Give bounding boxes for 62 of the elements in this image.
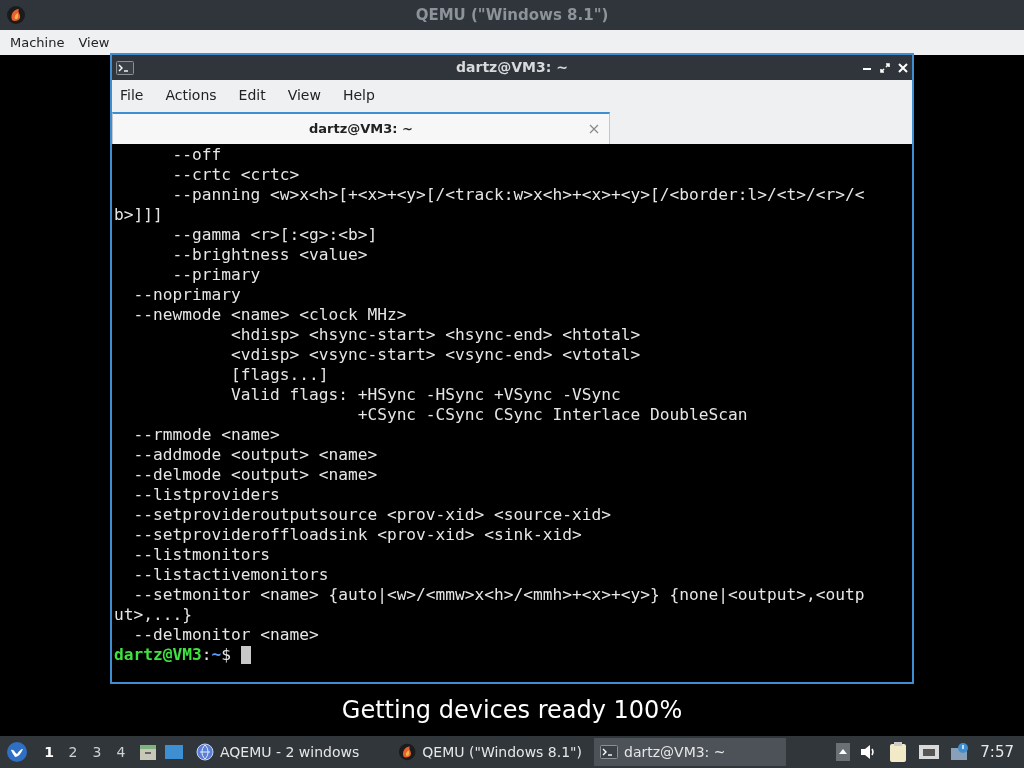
arrow-up-icon[interactable] <box>836 743 851 761</box>
text-cursor <box>240 646 251 664</box>
workspace-button[interactable]: 1 <box>38 741 60 763</box>
file-cabinet-icon[interactable] <box>138 742 158 762</box>
terminal-line: --panning <w>x<h>[+<x>+<y>[/<track:w>x<h>+<x>+<y>[/<border:l>/<t>/<r>/< <box>171 185 865 205</box>
restore-icon[interactable] <box>880 62 890 73</box>
clipboard-icon[interactable] <box>888 741 909 763</box>
terminal-line: --setprovideroffloadsink <prov-xid> <sink-xid> <box>132 525 582 545</box>
terminal-line: --newmode <name> <clock MHz> <box>132 305 407 325</box>
terminal-icon <box>600 745 618 759</box>
terminal-line: --brightness <value> <box>171 245 368 265</box>
terminal-line: --delmonitor <name> <box>132 625 319 645</box>
terminal-line: +CSync -CSync CSync Interlace DoubleScan <box>356 405 748 425</box>
menu-item[interactable]: Actions <box>165 84 217 106</box>
terminal-line: <hdisp> <hsync-start> <hsync-end> <htotal> <box>229 325 641 345</box>
terminal-line: --primary <box>171 265 261 285</box>
task-button[interactable]: QEMU ("Windows 8.1") <box>392 738 588 766</box>
tab[interactable]: dartz@VM3: ~ <box>112 112 610 144</box>
tab-label: dartz@VM3: ~ <box>309 120 413 139</box>
task-button[interactable]: AQEMU - 2 windows <box>190 738 386 766</box>
terminal-line: --noprimary <box>132 285 241 305</box>
prompt-symbol: $ <box>221 645 231 665</box>
terminal-line: --setmonitor <name> {auto|<w>/<mmw>x<h>/<mmh>+<x>+<y>} {none|<output>,<outp <box>132 585 865 605</box>
terminal-line: --listproviders <box>132 485 280 505</box>
terminal-line: --gamma <r>[:<g>:<b>] <box>171 225 378 245</box>
network-icon[interactable] <box>918 742 941 762</box>
window-title: dartz@VM3: ~ <box>456 58 568 77</box>
notification-icon[interactable] <box>950 742 971 762</box>
terminal-line: --setprovideroutputsource <prov-xid> <source-xid> <box>132 505 612 525</box>
terminal-line: --crtc <crtc> <box>171 165 300 185</box>
terminal-line: --rmmode <name> <box>132 425 280 445</box>
task-button[interactable]: dartz@VM3: ~ <box>594 738 786 766</box>
globe-icon <box>196 743 214 761</box>
desktop-icon[interactable] <box>164 743 184 761</box>
terminal-line: --addmode <output> <name> <box>132 445 378 465</box>
terminal-line: --off <box>171 145 222 165</box>
menu-item[interactable]: Edit <box>238 84 266 106</box>
prompt-path: ~ <box>211 645 222 665</box>
terminal-line: b>]]] <box>114 205 163 225</box>
terminal-line: --delmode <output> <name> <box>132 465 378 485</box>
flame-logo-icon <box>6 5 26 25</box>
terminal-line: <vdisp> <vsync-start> <vsync-end> <vtotal> <box>229 345 641 365</box>
terminal-line: --listactivemonitors <box>132 565 329 585</box>
menu-item[interactable]: File <box>120 84 144 106</box>
workspace-button[interactable]: 4 <box>110 741 132 763</box>
menu-item[interactable]: View <box>78 32 110 53</box>
workspace-button[interactable]: 2 <box>62 741 84 763</box>
terminal-line: [flags...] <box>229 365 329 385</box>
flame-logo-icon <box>398 742 417 762</box>
terminal-icon <box>116 60 134 75</box>
window-title: QEMU ("Windows 8.1") <box>415 4 609 26</box>
terminal-line: ut>,...} <box>114 605 192 625</box>
menu-item[interactable]: View <box>287 84 321 106</box>
terminal-line: --listmonitors <box>132 545 270 565</box>
menu-item[interactable]: Help <box>342 84 375 106</box>
workspace-button[interactable]: 3 <box>86 741 108 763</box>
menu-item[interactable]: Machine <box>10 32 65 53</box>
terminal-line: Valid flags: +HSync -HSync +VSync -VSync <box>229 385 621 405</box>
prompt-separator: : <box>201 645 212 665</box>
clock[interactable]: 7:57 <box>980 740 1014 764</box>
prompt-user: dartz@VM3 <box>114 645 202 665</box>
status-message: Getting devices ready 100% <box>341 695 683 726</box>
